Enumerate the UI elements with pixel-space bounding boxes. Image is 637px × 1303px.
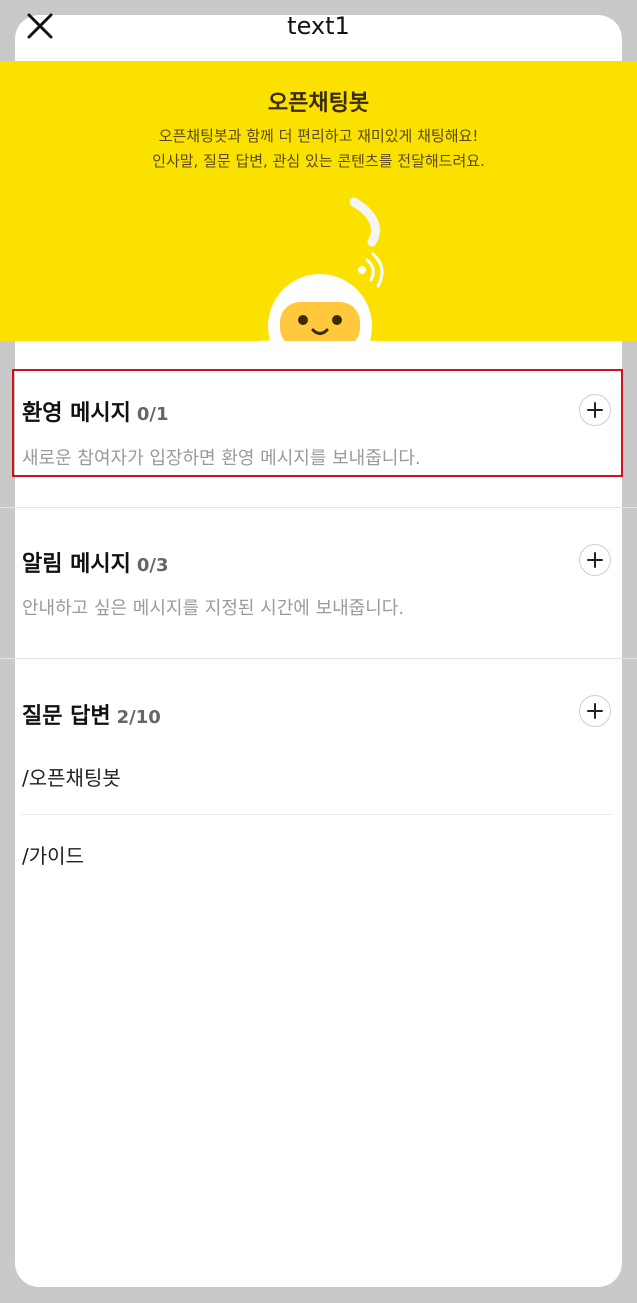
welcome-title-text: 환영 메시지 [22,401,131,426]
banner-description-line1: 오픈채팅봇과 함께 더 편리하고 재미있게 채팅해요! [158,127,479,145]
qa-count: 2/10 [116,707,161,728]
plus-icon [587,402,603,418]
qa-item[interactable]: /오픈채팅봇 [22,762,121,791]
page-title: text1 [287,12,350,40]
add-qa-button[interactable] [579,695,611,727]
notice-count: 0/3 [136,555,169,576]
banner-title: 오픈채팅봇 [267,91,370,116]
qa-item[interactable]: /가이드 [22,840,84,869]
qa-section-title: 질문 답변 2/10 [22,698,161,730]
qa-title-text: 질문 답변 [22,704,111,729]
chatbot-banner: 오픈채팅봇 오픈채팅봇과 함께 더 편리하고 재미있게 채팅해요! 인사말, 질… [0,61,637,341]
plus-icon [587,703,603,719]
welcome-section-description: 새로운 참여자가 입장하면 환영 메시지를 보내줍니다. [22,448,421,469]
add-notice-message-button[interactable] [579,544,611,576]
top-bar: text1 [0,0,637,60]
banner-description-line2: 인사말, 질문 답변, 관심 있는 콘텐츠를 전달해드려요. [152,152,485,170]
chatbot-robot-icon [168,176,468,341]
notice-title-text: 알림 메시지 [22,552,131,577]
welcome-count: 0/1 [136,404,169,425]
add-welcome-message-button[interactable] [579,394,611,426]
section-divider [0,658,637,659]
notice-section-title: 알림 메시지 0/3 [22,546,169,578]
welcome-section-title: 환영 메시지 0/1 [22,395,169,427]
list-divider [22,814,614,815]
section-divider [0,507,637,508]
plus-icon [587,552,603,568]
notice-section-description: 안내하고 싶은 메시지를 지정된 시간에 보내줍니다. [22,598,405,619]
